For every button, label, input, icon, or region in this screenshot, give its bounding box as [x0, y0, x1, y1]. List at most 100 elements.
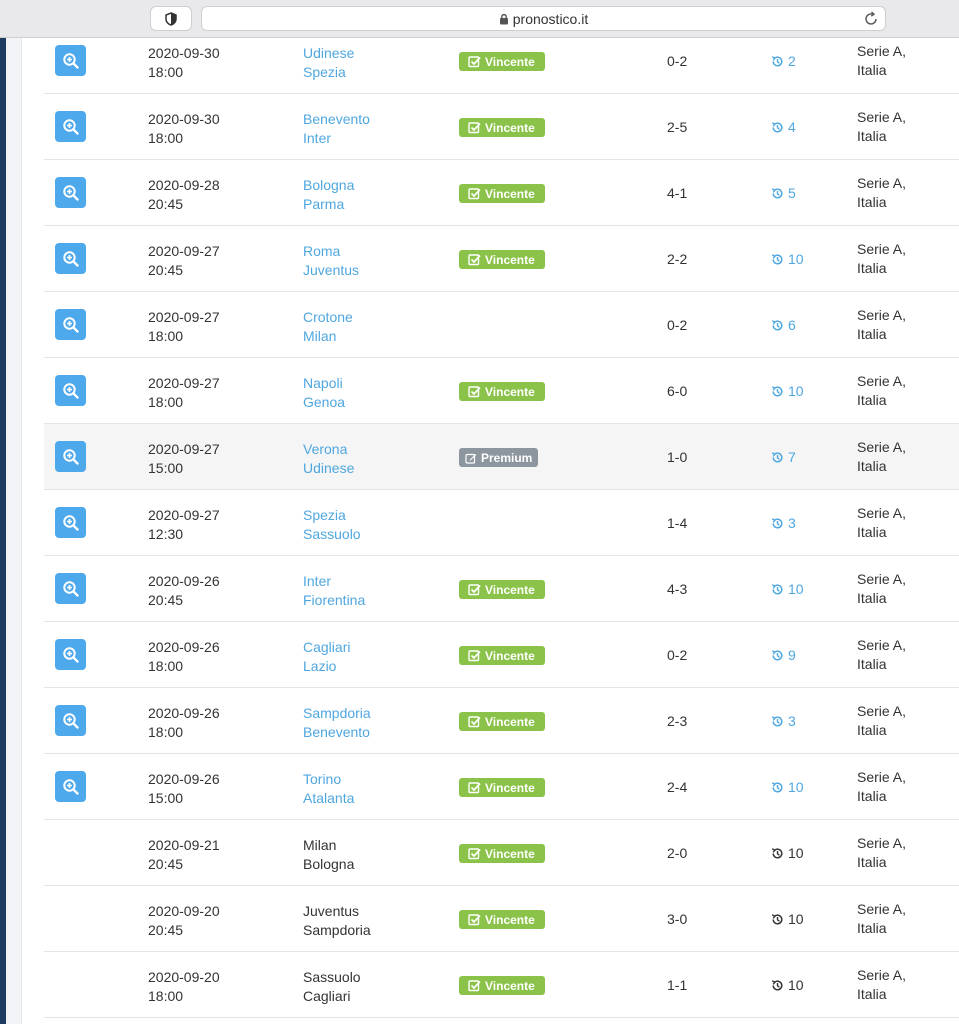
history-link[interactable]: 10 — [771, 382, 804, 401]
matches-table: 2020-09-30 18:00 Udinese Spezia Vincente 0-2 2… — [44, 28, 959, 1018]
match-time: 18:00 — [148, 724, 184, 740]
match-teams[interactable]: Benevento Inter — [303, 110, 370, 148]
home-team[interactable]: Crotone — [303, 308, 353, 327]
match-teams[interactable]: Verona Udinese — [303, 440, 354, 478]
history-link[interactable]: 4 — [771, 118, 796, 137]
match-teams[interactable]: Roma Juventus — [303, 242, 359, 280]
vincente-badge[interactable]: Vincente — [459, 52, 545, 71]
home-team[interactable]: Udinese — [303, 44, 354, 63]
match-teams[interactable]: Bologna Parma — [303, 176, 354, 214]
away-team[interactable]: Milan — [303, 327, 353, 346]
vincente-badge[interactable]: Vincente — [459, 646, 545, 665]
home-team[interactable]: Verona — [303, 440, 354, 459]
zoom-button[interactable] — [55, 45, 86, 76]
league-name: Serie A, — [857, 505, 907, 521]
zoom-button[interactable] — [55, 375, 86, 406]
zoom-button[interactable] — [55, 771, 86, 802]
zoom-button[interactable] — [55, 309, 86, 340]
vincente-badge[interactable]: Vincente — [459, 382, 545, 401]
table-row: 2020-09-20 20:45 Juventus Sampdoria Vincente… — [44, 886, 959, 952]
history-icon — [771, 649, 788, 662]
zoom-button[interactable] — [55, 573, 86, 604]
vincente-badge[interactable]: Vincente — [459, 184, 545, 203]
league-country: Italia — [857, 392, 887, 408]
history-icon — [771, 121, 788, 134]
vincente-badge[interactable]: Vincente — [459, 844, 545, 863]
match-teams[interactable]: Udinese Spezia — [303, 44, 354, 82]
match-league: Serie A, Italia — [857, 438, 906, 476]
home-team[interactable]: Benevento — [303, 110, 370, 129]
history-link[interactable]: 10 — [771, 250, 804, 269]
match-datetime: 2020-09-30 18:00 — [148, 110, 220, 148]
badge-label: Vincente — [485, 54, 535, 69]
premium-badge[interactable]: Premium — [459, 448, 538, 467]
away-team[interactable]: Juventus — [303, 261, 359, 280]
history-link[interactable]: 2 — [771, 52, 796, 71]
match-teams[interactable]: Cagliari Lazio — [303, 638, 350, 676]
history-link[interactable]: 3 — [771, 712, 796, 731]
away-team[interactable]: Sassuolo — [303, 525, 361, 544]
home-team[interactable]: Sampdoria — [303, 704, 371, 723]
match-score: 3-0 — [667, 911, 688, 927]
away-team[interactable]: Inter — [303, 129, 370, 148]
zoom-in-icon — [62, 118, 80, 136]
match-datetime: 2020-09-20 20:45 — [148, 902, 220, 940]
away-team[interactable]: Benevento — [303, 723, 371, 742]
home-team[interactable]: Torino — [303, 770, 354, 789]
history-link[interactable]: 3 — [771, 514, 796, 533]
zoom-button[interactable] — [55, 639, 86, 670]
vincente-badge[interactable]: Vincente — [459, 580, 545, 599]
match-datetime: 2020-09-26 18:00 — [148, 704, 220, 742]
match-teams: Sassuolo Cagliari — [303, 968, 361, 1006]
vincente-badge[interactable]: Vincente — [459, 910, 545, 929]
match-date: 2020-09-20 — [148, 969, 220, 985]
home-team[interactable]: Spezia — [303, 506, 361, 525]
history-icon — [771, 781, 788, 794]
badge-label: Vincente — [485, 252, 535, 267]
history-link[interactable]: 10 — [771, 778, 804, 797]
zoom-button[interactable] — [55, 111, 86, 142]
match-teams[interactable]: Spezia Sassuolo — [303, 506, 361, 544]
vincente-badge[interactable]: Vincente — [459, 778, 545, 797]
zoom-button[interactable] — [55, 705, 86, 736]
home-team[interactable]: Roma — [303, 242, 359, 261]
zoom-in-icon — [62, 778, 80, 796]
match-teams[interactable]: Crotone Milan — [303, 308, 353, 346]
home-team[interactable]: Cagliari — [303, 638, 350, 657]
vincente-badge[interactable]: Vincente — [459, 118, 545, 137]
match-league: Serie A, Italia — [857, 768, 906, 806]
history-link[interactable]: 7 — [771, 448, 796, 467]
vincente-badge[interactable]: Vincente — [459, 976, 545, 995]
vincente-badge[interactable]: Vincente — [459, 712, 545, 731]
zoom-button[interactable] — [55, 441, 86, 472]
away-team[interactable]: Udinese — [303, 459, 354, 478]
reload-icon[interactable] — [863, 11, 879, 27]
check-square-icon — [468, 385, 485, 398]
away-team[interactable]: Genoa — [303, 393, 345, 412]
away-team[interactable]: Parma — [303, 195, 354, 214]
table-row: 2020-09-30 18:00 Benevento Inter Vincente 2-5… — [44, 94, 959, 160]
history-link[interactable]: 6 — [771, 316, 796, 335]
match-date: 2020-09-21 — [148, 837, 220, 853]
match-teams[interactable]: Inter Fiorentina — [303, 572, 365, 610]
away-team[interactable]: Fiorentina — [303, 591, 365, 610]
away-team[interactable]: Atalanta — [303, 789, 354, 808]
zoom-button[interactable] — [55, 177, 86, 208]
match-teams[interactable]: Napoli Genoa — [303, 374, 345, 412]
history-link[interactable]: 9 — [771, 646, 796, 665]
history-link[interactable]: 10 — [771, 580, 804, 599]
match-teams[interactable]: Sampdoria Benevento — [303, 704, 371, 742]
home-team[interactable]: Bologna — [303, 176, 354, 195]
history-link[interactable]: 5 — [771, 184, 796, 203]
away-team[interactable]: Spezia — [303, 63, 354, 82]
home-team[interactable]: Napoli — [303, 374, 345, 393]
history-count: 10 — [788, 911, 804, 927]
zoom-button[interactable] — [55, 507, 86, 538]
away-team[interactable]: Lazio — [303, 657, 350, 676]
match-teams[interactable]: Torino Atalanta — [303, 770, 354, 808]
vincente-badge[interactable]: Vincente — [459, 250, 545, 269]
match-datetime: 2020-09-26 20:45 — [148, 572, 220, 610]
zoom-button[interactable] — [55, 243, 86, 274]
home-team[interactable]: Inter — [303, 572, 365, 591]
league-country: Italia — [857, 326, 887, 342]
